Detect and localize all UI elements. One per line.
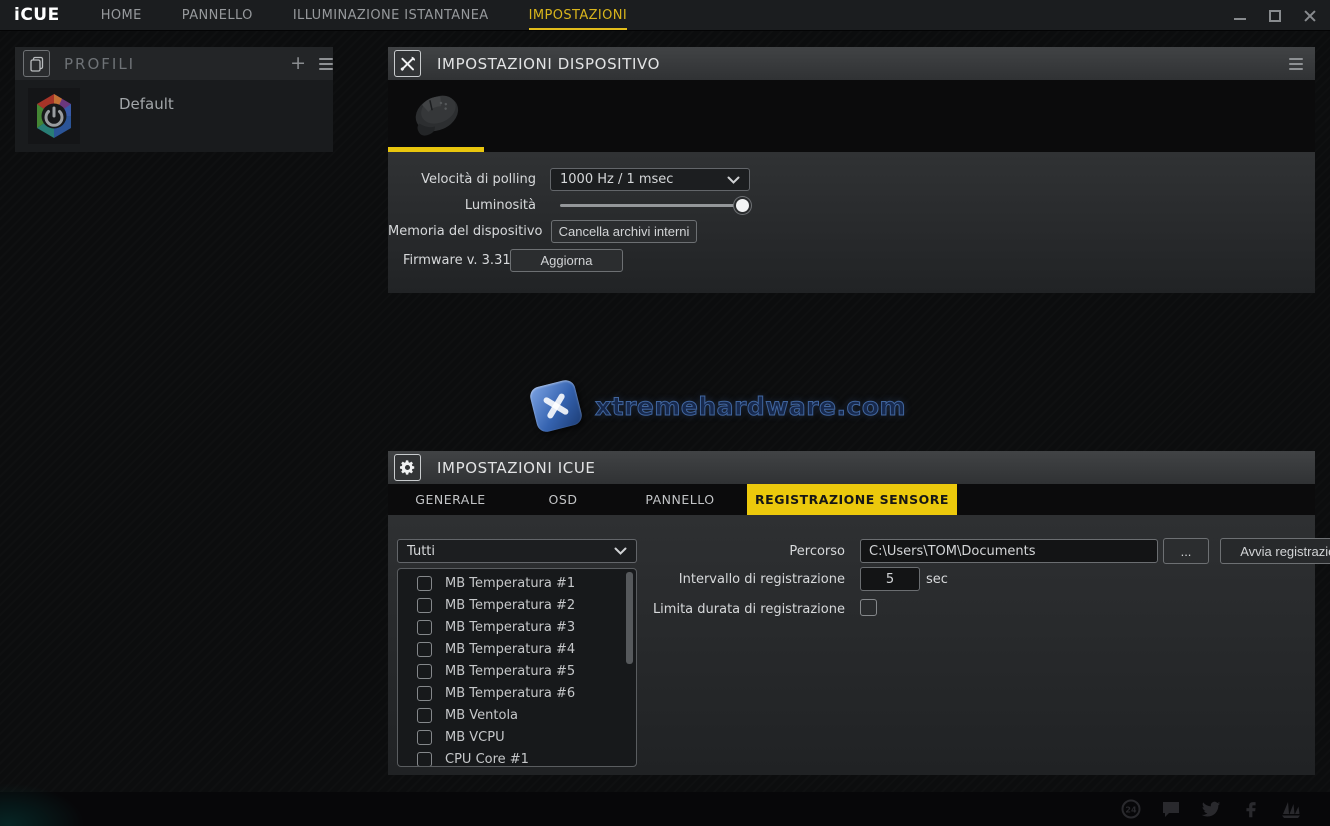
sensor-checkbox[interactable] — [417, 642, 432, 657]
close-icon[interactable] — [1304, 10, 1316, 22]
sensor-checkbox[interactable] — [417, 598, 432, 613]
bottom-bar: 24 — [0, 792, 1330, 826]
device-settings-title: IMPOSTAZIONI DISPOSITIVO — [437, 55, 660, 73]
device-panel-menu-icon[interactable] — [1289, 55, 1303, 73]
icue-app-window: iCUE HOME PANNELLO ILLUMINAZIONE ISTANTA… — [0, 0, 1330, 826]
sensor-list-item[interactable]: MB Temperatura #3 — [398, 616, 636, 638]
tab-pannello[interactable]: PANNELLO — [613, 484, 747, 515]
sensor-list-item[interactable]: CPU Core #1 — [398, 748, 636, 767]
icue-settings-title: IMPOSTAZIONI ICUE — [437, 459, 595, 477]
device-memory-label: Memoria del dispositivo — [388, 224, 536, 239]
sensor-list-item[interactable]: MB Temperatura #5 — [398, 660, 636, 682]
gear-icon — [394, 454, 421, 481]
profiles-header: PROFILI + — [15, 47, 333, 80]
sensor-rows: MB Temperatura #1 MB Temperatura #2 MB T… — [398, 569, 636, 767]
sensor-list-item[interactable]: MB VCPU — [398, 726, 636, 748]
clear-internal-storage-button[interactable]: Cancella archivi interni — [551, 220, 697, 243]
twitter-icon[interactable] — [1199, 798, 1222, 821]
profiles-icon — [23, 50, 50, 77]
log-path-input[interactable] — [860, 539, 1158, 563]
tab-osd[interactable]: OSD — [513, 484, 613, 515]
icue-hexagon-logo-icon — [32, 92, 76, 140]
profiles-sidebar: PROFILI + — [15, 47, 333, 152]
forum-chat-icon[interactable] — [1159, 798, 1182, 821]
crossed-tools-icon — [394, 50, 421, 77]
sensor-label: MB VCPU — [445, 730, 505, 745]
tab-generale[interactable]: GENERALE — [388, 484, 513, 515]
sensor-checkbox[interactable] — [417, 752, 432, 767]
logging-interval-input[interactable] — [860, 567, 920, 591]
sensor-checkbox[interactable] — [417, 664, 432, 679]
minimize-icon[interactable] — [1234, 10, 1246, 22]
device-tab-strip — [388, 80, 1315, 152]
icue-tab-strip: GENERALE OSD PANNELLO REGISTRAZIONE SENS… — [388, 484, 1315, 515]
sensor-label: MB Temperatura #3 — [445, 620, 575, 635]
app-logo: iCUE — [14, 5, 60, 25]
icue-settings-panel: IMPOSTAZIONI ICUE GENERALE OSD PANNELLO … — [388, 451, 1315, 775]
nav-item-pannello[interactable]: PANNELLO — [182, 0, 253, 30]
device-tab-mouse[interactable] — [388, 80, 484, 152]
firmware-version-label: Firmware v. 3.31 — [403, 253, 511, 268]
window-controls — [1234, 0, 1316, 31]
sensor-label: MB Temperatura #5 — [445, 664, 575, 679]
mouse-device-icon — [403, 86, 469, 142]
limit-duration-checkbox[interactable] — [860, 599, 877, 616]
limit-duration-label: Limita durata di registrazione — [545, 602, 845, 617]
firmware-update-button[interactable]: Aggiorna — [510, 249, 623, 272]
sensor-label: MB Temperatura #4 — [445, 642, 575, 657]
brightness-slider-track[interactable] — [560, 204, 750, 207]
sensor-checkbox[interactable] — [417, 620, 432, 635]
logging-interval-label: Intervallo di registrazione — [545, 572, 845, 587]
sensor-checkbox[interactable] — [417, 708, 432, 723]
polling-rate-select[interactable]: 1000 Hz / 1 msec — [550, 168, 750, 191]
sensor-list-item[interactable]: MB Temperatura #6 — [398, 682, 636, 704]
polling-rate-label: Velocità di polling — [388, 172, 536, 187]
nav-item-impostazioni[interactable]: IMPOSTAZIONI — [529, 0, 628, 30]
tab-registrazione-sensore[interactable]: REGISTRAZIONE SENSORE — [747, 484, 957, 515]
add-profile-icon[interactable]: + — [290, 54, 306, 73]
watermark: xtremehardware.com — [533, 383, 906, 429]
profiles-menu-icon[interactable] — [319, 55, 333, 73]
browse-path-button[interactable]: ... — [1163, 538, 1209, 564]
start-logging-button[interactable]: Avvia registrazione — [1220, 538, 1330, 564]
brightness-label: Luminosità — [388, 198, 536, 213]
support-24h-icon[interactable]: 24 — [1119, 798, 1142, 821]
sensor-list-item[interactable]: MB Temperatura #4 — [398, 638, 636, 660]
chevron-down-icon — [614, 547, 627, 555]
device-settings-body: Velocità di polling 1000 Hz / 1 msec Lum… — [388, 152, 1315, 293]
top-navigation-bar: iCUE HOME PANNELLO ILLUMINAZIONE ISTANTA… — [0, 0, 1330, 31]
interval-unit-label: sec — [926, 572, 966, 587]
device-settings-header: IMPOSTAZIONI DISPOSITIVO — [388, 47, 1315, 80]
corsair-logo-icon[interactable] — [1279, 798, 1302, 821]
icue-settings-header: IMPOSTAZIONI ICUE — [388, 451, 1315, 484]
maximize-icon[interactable] — [1269, 10, 1281, 22]
path-label: Percorso — [645, 544, 845, 559]
sensor-logging-body: Tutti MB Temperatura #1 MB Temper — [388, 515, 1315, 775]
sensor-label: MB Ventola — [445, 708, 518, 723]
sensor-checkbox[interactable] — [417, 730, 432, 745]
profile-name: Default — [119, 95, 174, 152]
sensor-filter-select[interactable]: Tutti — [397, 539, 637, 563]
nav-item-illuminazione-istantanea[interactable]: ILLUMINAZIONE ISTANTANEA — [293, 0, 489, 30]
sensor-checkbox[interactable] — [417, 686, 432, 701]
profiles-title: PROFILI — [64, 55, 135, 73]
watermark-text: xtremehardware.com — [595, 392, 906, 421]
sensor-filter-value: Tutti — [407, 544, 435, 559]
sensor-label: MB Temperatura #6 — [445, 686, 575, 701]
sensor-list: MB Temperatura #1 MB Temperatura #2 MB T… — [397, 568, 637, 767]
sensor-label: CPU Core #1 — [445, 752, 529, 767]
xtremehardware-logo-icon — [528, 378, 584, 434]
polling-rate-value: 1000 Hz / 1 msec — [560, 172, 673, 187]
brightness-slider-thumb[interactable] — [734, 197, 751, 214]
profile-item-default[interactable]: Default — [15, 80, 333, 152]
device-settings-panel: IMPOSTAZIONI DISPOSITIVO — [388, 47, 1315, 293]
chevron-down-icon — [727, 176, 740, 184]
nav-item-home[interactable]: HOME — [101, 0, 142, 30]
profile-avatar — [28, 88, 80, 144]
facebook-icon[interactable] — [1239, 798, 1262, 821]
sensor-checkbox[interactable] — [417, 576, 432, 591]
sensor-list-item[interactable]: MB Ventola — [398, 704, 636, 726]
svg-text:24: 24 — [1125, 806, 1137, 815]
